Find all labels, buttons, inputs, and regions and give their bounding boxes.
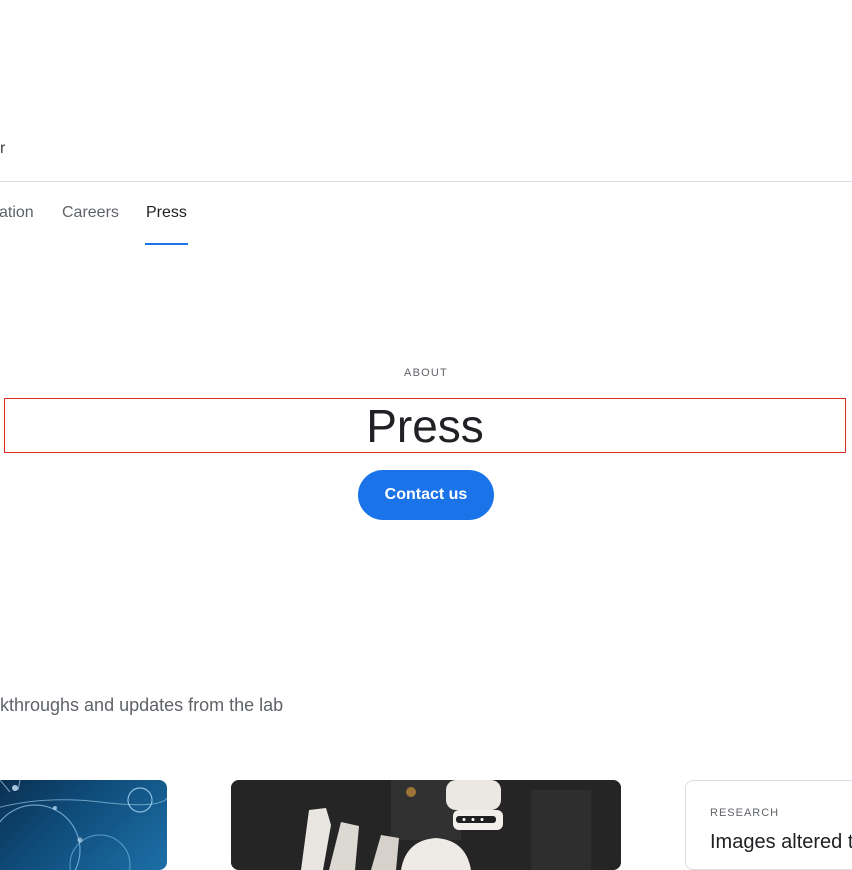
nav-tab-education[interactable]: ation — [0, 204, 34, 222]
news-card-3[interactable]: RESEARCH Images altered t — [685, 780, 852, 870]
page-title-container: Press — [4, 398, 846, 453]
card-3-tag: RESEARCH — [710, 807, 780, 819]
nav-tab-press[interactable]: Press — [146, 204, 187, 222]
card-3-title: Images altered t — [710, 831, 852, 853]
nav-active-indicator — [145, 243, 188, 245]
header-title-fragment: r — [0, 140, 6, 157]
section-intro: kthroughs and updates from the lab — [0, 695, 284, 715]
news-card-1[interactable] — [0, 780, 167, 870]
news-card-2[interactable] — [231, 780, 621, 870]
card-1-image — [0, 780, 167, 870]
card-2-image — [231, 780, 621, 870]
header-divider — [0, 181, 852, 182]
nav-tab-careers[interactable]: Careers — [62, 204, 119, 222]
page-eyebrow: ABOUT — [404, 367, 448, 379]
contact-us-button[interactable]: Contact us — [358, 470, 494, 520]
page-title: Press — [366, 399, 484, 452]
